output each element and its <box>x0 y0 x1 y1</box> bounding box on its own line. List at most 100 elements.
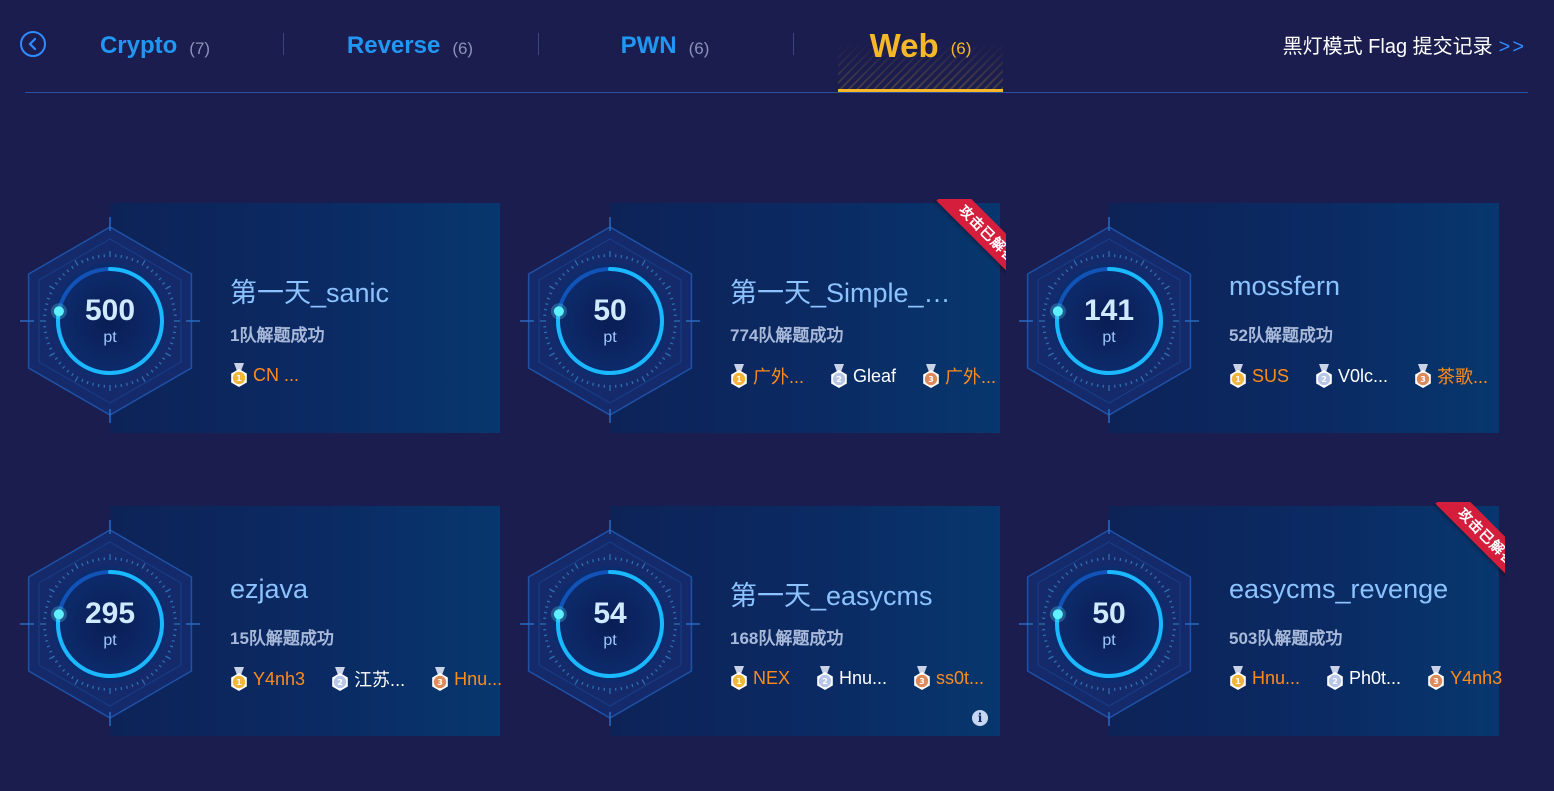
solved-ribbon: 攻击已解答 <box>920 199 1006 285</box>
svg-text:1: 1 <box>236 678 242 687</box>
svg-text:1: 1 <box>236 374 242 383</box>
medal-rank-3-icon: 3 <box>923 364 939 388</box>
svg-text:1: 1 <box>736 375 742 384</box>
first-blood-list: 1 CN ... <box>228 363 323 387</box>
svg-text:3: 3 <box>1420 375 1426 384</box>
medal-rank-1-icon: 1 <box>731 364 747 388</box>
tab-label: PWN <box>620 32 677 59</box>
blood-team-name: Y4nh3 <box>1450 667 1503 688</box>
medal-rank-1-icon: 1 <box>231 667 247 691</box>
svg-text:2: 2 <box>836 375 842 384</box>
challenge-card[interactable]: mossfern 52队解题成功 1 SUS 2 V0lc... 3 茶歌... <box>1019 203 1504 435</box>
medal-rank-3-icon: 3 <box>914 666 930 690</box>
challenge-card[interactable]: 第一天_easycms 168队解题成功 1 NEX 2 Hnu... 3 ss… <box>520 506 1005 738</box>
info-icon[interactable]: i <box>972 710 988 726</box>
score-gauge: 500 pt <box>20 217 200 423</box>
blood-entry: 1 SUS <box>1227 363 1289 389</box>
medal-rank-3-icon: 3 <box>1415 364 1431 388</box>
svg-text:2: 2 <box>822 677 828 686</box>
flag-submission-log-link[interactable]: 黑灯模式 Flag 提交记录 >> <box>1283 30 1526 59</box>
solve-count: 774队解题成功 <box>730 326 844 345</box>
svg-text:1: 1 <box>736 677 742 686</box>
challenge-card[interactable]: 第一天_Simple_… 774队解题成功 1 广外... 2 Gleaf 3 … <box>520 199 1006 435</box>
blood-team-name: Hnu... <box>839 667 888 688</box>
blood-team-name: Hnu... <box>454 668 503 689</box>
flag-log-label: 黑灯模式 Flag 提交记录 <box>1282 36 1493 58</box>
solved-ribbon: 攻击已解答 <box>1419 502 1505 588</box>
medal-rank-3-icon: 3 <box>432 667 448 691</box>
blood-entry: 1 Hnu... <box>1227 666 1300 690</box>
medal-rank-2-icon: 2 <box>831 364 847 388</box>
svg-text:2: 2 <box>337 678 343 687</box>
score-gauge: 50 pt <box>520 217 700 423</box>
challenge-title: 第一天_sanic <box>230 278 390 308</box>
medal-rank-3-icon: 3 <box>1428 666 1444 690</box>
tab-divider <box>793 33 794 55</box>
points-unit: pt <box>103 632 117 649</box>
double-chevron-right-icon: >> <box>1498 36 1526 58</box>
tab-reverse[interactable]: Reverse (6) <box>310 0 510 92</box>
blood-entry: 1 NEX <box>728 666 790 690</box>
score-gauge: 141 pt <box>1019 217 1199 423</box>
blood-entry: 2 V0lc... <box>1313 363 1388 389</box>
challenge-title: ezjava <box>230 574 309 604</box>
svg-text:2: 2 <box>1321 375 1327 384</box>
challenge-card[interactable]: 第一天_sanic 1队解题成功 1 CN ... 500 pt <box>20 203 505 435</box>
solved-ribbon-label: 攻击已解答 <box>1435 502 1505 588</box>
medal-rank-1-icon: 1 <box>731 666 747 690</box>
blood-team-name: 广外... <box>753 367 805 387</box>
score-gauge: 54 pt <box>520 520 700 726</box>
medal-rank-1-icon: 1 <box>231 363 247 387</box>
medal-rank-2-icon: 2 <box>1327 666 1343 690</box>
first-blood-list: 1 广外... 2 Gleaf 3 广外... <box>728 363 1020 389</box>
challenge-card[interactable]: ezjava 15队解题成功 1 Y4nh3 2 江苏... 3 Hnu... <box>20 506 505 738</box>
solve-count: 15队解题成功 <box>230 629 334 648</box>
blood-entry: 2 Ph0t... <box>1324 666 1401 690</box>
points-unit: pt <box>603 632 617 649</box>
blood-team-name: Hnu... <box>1252 667 1301 688</box>
svg-text:3: 3 <box>1433 677 1439 686</box>
blood-entry: 3 广外... <box>920 363 996 389</box>
blood-entry: 1 广外... <box>728 363 804 389</box>
svg-text:1: 1 <box>1235 375 1241 384</box>
blood-entry: 3 Y4nh3 <box>1425 666 1502 690</box>
solve-count: 503队解题成功 <box>1229 629 1343 648</box>
blood-team-name: 茶歌... <box>1437 367 1489 387</box>
tab-count: (6) <box>452 39 474 58</box>
category-tab-bar: Crypto (7) Reverse (6) PWN (6) Web (6) 黑… <box>0 0 1554 95</box>
blood-entry: 1 Y4nh3 <box>228 666 305 692</box>
blood-team-name: 广外... <box>945 367 997 387</box>
blood-team-name: 江苏... <box>354 670 406 690</box>
svg-text:3: 3 <box>437 678 443 687</box>
blood-team-name: NEX <box>753 667 791 688</box>
points-unit: pt <box>603 329 617 346</box>
blood-entry: 2 Hnu... <box>814 666 887 690</box>
blood-team-name: SUS <box>1252 365 1290 386</box>
blood-entry: 3 茶歌... <box>1412 363 1488 389</box>
medal-rank-1-icon: 1 <box>1230 364 1246 388</box>
svg-text:3: 3 <box>919 677 925 686</box>
challenge-card[interactable]: easycms_revenge 503队解题成功 1 Hnu... 2 Ph0t… <box>1019 502 1505 738</box>
challenge-points: 50 <box>1092 597 1126 630</box>
challenge-title: mossfern <box>1229 271 1341 301</box>
points-unit: pt <box>1102 329 1116 346</box>
first-blood-list: 1 Y4nh3 2 江苏... 3 Hnu... <box>228 666 526 692</box>
blood-entry: 3 Hnu... <box>429 666 502 692</box>
solve-count: 52队解题成功 <box>1229 326 1333 345</box>
blood-team-name: Y4nh3 <box>253 668 306 689</box>
tab-web[interactable]: Web (6) <box>838 0 1003 92</box>
blood-entry: 1 CN ... <box>228 363 299 387</box>
challenge-points: 54 <box>593 597 627 630</box>
tab-crypto[interactable]: Crypto (7) <box>55 0 255 92</box>
chevron-left-icon <box>28 37 37 51</box>
back-button[interactable] <box>20 31 46 57</box>
points-unit: pt <box>1102 632 1116 649</box>
blood-entry: 2 Gleaf <box>828 363 896 389</box>
first-blood-list: 1 Hnu... 2 Ph0t... 3 Y4nh3 <box>1227 666 1526 690</box>
blood-entry: 3 ss0t... <box>911 666 984 690</box>
tab-pwn[interactable]: PWN (6) <box>565 0 765 92</box>
tab-label: Crypto <box>99 32 178 59</box>
solve-count: 1队解题成功 <box>230 326 325 345</box>
challenge-points: 295 <box>84 597 136 630</box>
challenge-points: 50 <box>593 294 627 327</box>
